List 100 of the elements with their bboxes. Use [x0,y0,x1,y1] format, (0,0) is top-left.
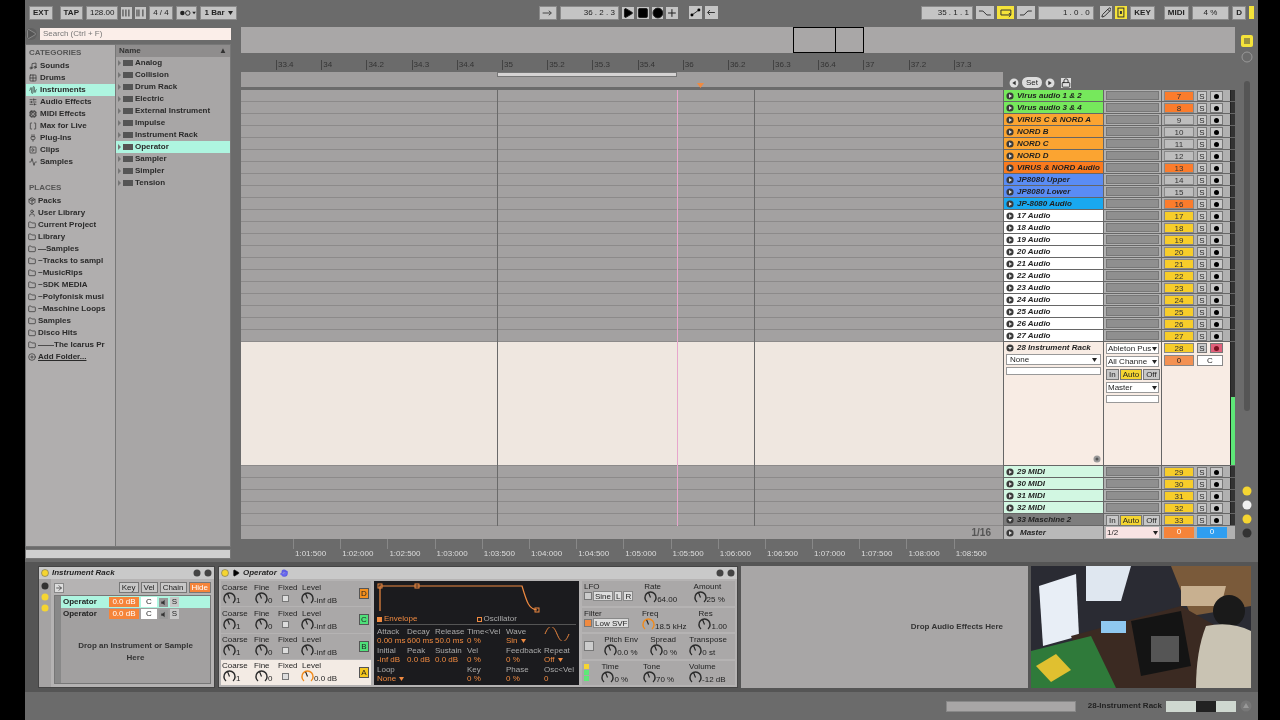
clip-slot[interactable] [1106,479,1159,488]
solo-button[interactable]: S [1197,343,1207,353]
next-icon[interactable] [1045,78,1055,88]
solo-button[interactable]: S [1197,163,1207,173]
search-field[interactable]: Search (Ctrl + F) [40,27,231,40]
track-activator[interactable]: 25 [1164,307,1194,317]
expand-icon[interactable] [1006,503,1014,512]
place-item[interactable]: —Samples [26,243,115,255]
expand-icon[interactable] [1006,295,1014,304]
track-activator[interactable]: 10 [1164,127,1194,137]
clip-slot[interactable] [1106,467,1159,476]
back-icon[interactable] [705,6,718,19]
browser-item[interactable]: Tension [116,177,230,189]
text-field[interactable] [1106,395,1159,403]
automation-icon[interactable] [689,6,703,19]
toggle-icon[interactable] [1241,528,1252,538]
track-activator[interactable]: 13 [1164,163,1194,173]
knob[interactable] [689,644,703,657]
knob[interactable] [650,644,664,657]
track-header[interactable]: Virus audio 1 & 2 [1003,90,1103,102]
track-activator[interactable]: 21 [1164,259,1194,269]
solo-button[interactable]: S [1197,283,1207,293]
toggle-icon[interactable] [1241,500,1252,510]
loop-brace[interactable] [497,72,677,77]
toggle-icon[interactable] [1241,486,1252,496]
pan-field[interactable]: C [141,597,157,607]
track-activator[interactable]: 20 [1164,247,1194,257]
browser-item[interactable]: Sampler [116,153,230,165]
channel-menu[interactable]: All Channe [1106,356,1159,367]
disk-button[interactable]: D [1232,5,1247,20]
checkbox[interactable] [282,620,289,628]
place-item[interactable]: ~SDK MEDIA [26,279,115,291]
clip-slot[interactable] [1106,247,1159,256]
browser-item[interactable]: Simpler [116,165,230,177]
track-activator[interactable]: 8 [1164,103,1194,113]
track-activator[interactable]: 18 [1164,223,1194,233]
solo-button[interactable]: S [1197,503,1207,513]
section-toggle[interactable] [584,618,592,627]
output-menu[interactable]: 1/2 [1106,527,1159,538]
arm-button[interactable] [1210,331,1223,341]
knob[interactable] [255,617,268,631]
arm-button[interactable] [1210,515,1223,525]
solo-button[interactable]: S [1197,331,1207,341]
text-field[interactable] [1006,367,1101,375]
section-menu[interactable]: L [614,591,623,601]
arm-button[interactable] [1210,175,1223,185]
knob[interactable] [644,591,658,604]
track-activator[interactable]: 28 [1164,343,1194,353]
place-item[interactable]: ~Polyfonisk musi [26,291,115,303]
expand-icon[interactable] [1006,91,1014,100]
clip-slot[interactable] [1106,223,1159,232]
track-header[interactable]: JP8080 Upper [1003,174,1103,186]
place-item[interactable]: Packs [26,195,115,207]
place-item[interactable]: Library [26,231,115,243]
previous-icon[interactable] [1009,78,1019,88]
clip-slot[interactable] [1106,139,1159,148]
nudge-up-icon[interactable] [135,6,147,19]
section-menu[interactable]: R [623,591,634,601]
metronome-icon[interactable] [175,5,198,20]
track-activator[interactable]: 9 [1164,115,1194,125]
track-activator[interactable]: 32 [1164,503,1194,513]
category-item[interactable]: Clips [26,144,115,156]
track-header[interactable]: 23 Audio [1003,282,1103,294]
pan-field[interactable]: C [1197,355,1223,366]
solo-button[interactable]: S [1197,223,1207,233]
clip-slot[interactable] [1106,127,1159,136]
checkbox[interactable] [282,673,289,681]
arm-button[interactable] [1210,139,1223,149]
punch-out-icon[interactable] [1017,6,1036,19]
expand-icon[interactable] [1006,127,1014,136]
solo-button[interactable]: S [1197,115,1207,125]
browser-item[interactable]: Instrument Rack [116,129,230,141]
chain-scrollbar[interactable] [55,596,61,683]
category-item[interactable]: Audio Effects [26,96,115,108]
section-menu[interactable]: Low SVF [593,617,630,628]
solo-button[interactable]: S [1197,199,1207,209]
knob[interactable] [604,644,618,657]
solo-button[interactable]: S [1197,467,1207,477]
track-header[interactable]: 26 Audio [1003,318,1103,330]
clip-slot[interactable] [1106,283,1159,292]
browser-item[interactable]: Drum Rack [116,81,230,93]
clip-slot[interactable] [1106,103,1159,112]
knob[interactable] [643,670,656,684]
track-header[interactable]: 25 Audio [1003,306,1103,318]
track-activator[interactable]: 12 [1164,151,1194,161]
knob[interactable] [693,591,707,604]
param-value[interactable]: 600 ms [407,636,435,645]
param-menu[interactable]: None [377,674,407,683]
knob[interactable] [223,591,236,605]
solo-button[interactable]: S [1197,307,1207,317]
knob[interactable] [301,617,314,631]
oscillator-row[interactable]: Coarse Fine Fixed Level 1 0 -inf dB B [221,633,371,659]
solo-button[interactable]: S [1197,211,1207,221]
place-item[interactable]: ~Tracks to sampl [26,255,115,267]
play-icon[interactable] [621,6,634,19]
pan-field[interactable]: C [141,609,157,619]
arm-button[interactable] [1210,259,1223,269]
expand-icon[interactable] [1006,163,1014,172]
track-header[interactable]: Master [1003,526,1103,539]
place-item[interactable]: Disco Hits [26,327,115,339]
